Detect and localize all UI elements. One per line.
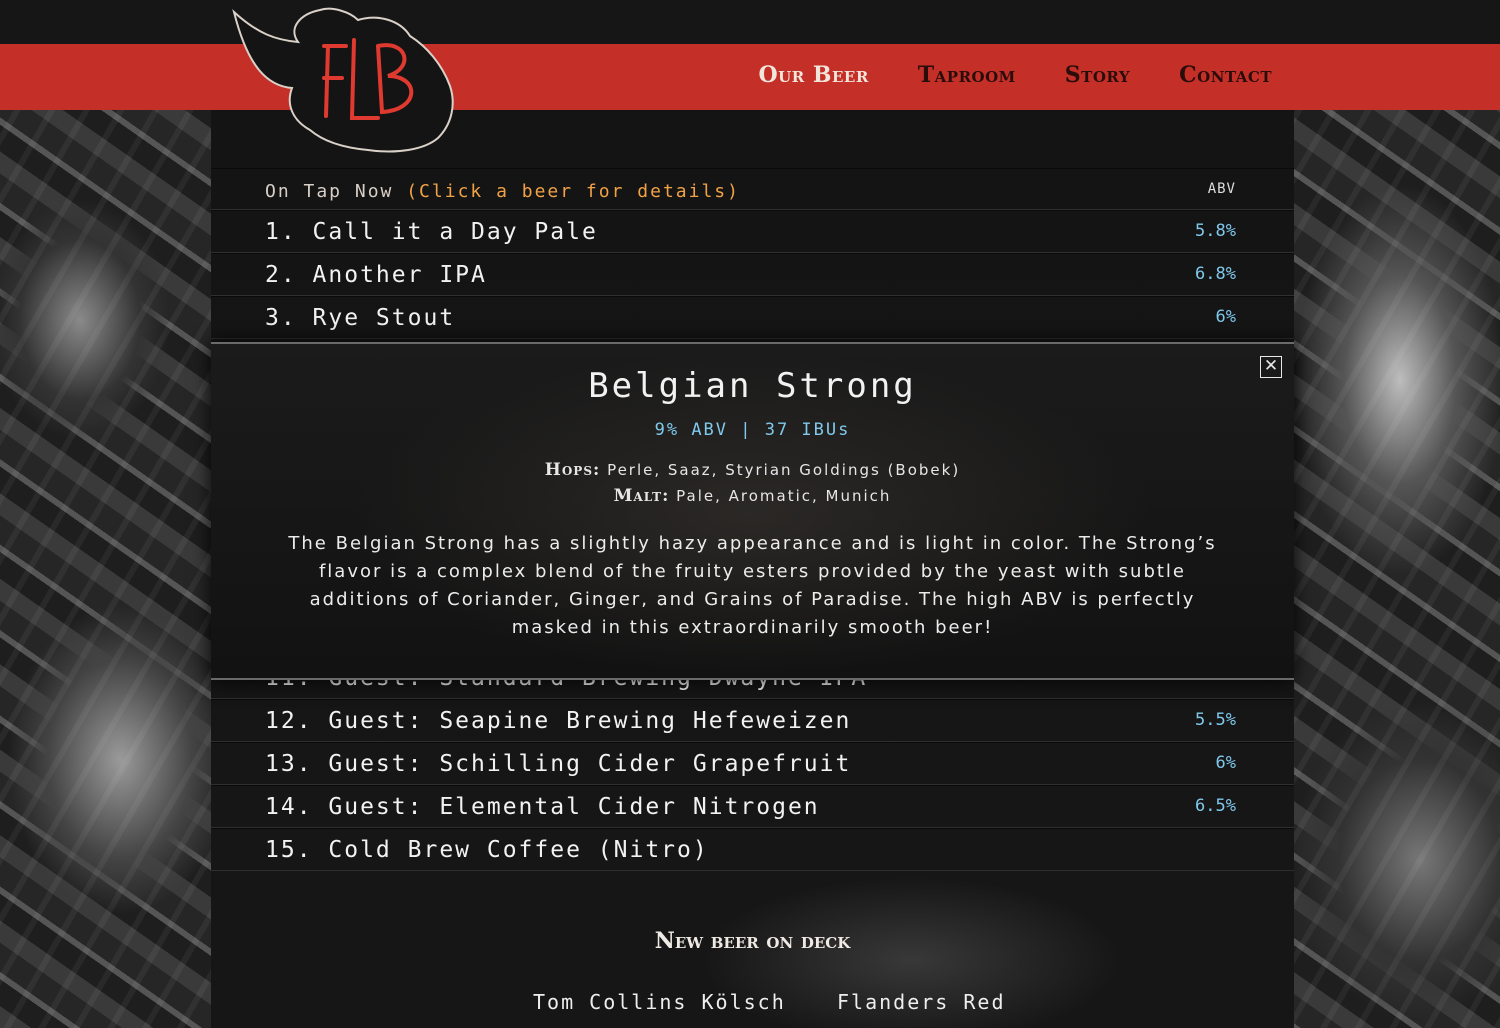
beer-row[interactable]: 3. Rye Stout 6% [211,296,1294,339]
beer-row[interactable]: 2. Another IPA 6.8% [211,253,1294,296]
beer-name: 3. Rye Stout [265,305,456,331]
close-icon[interactable]: ✕ [1260,356,1282,378]
beer-detail-hops: Hops: Perle, Saaz, Styrian Goldings (Bob… [211,460,1294,480]
on-deck-item: Tom Collins Kölsch [533,990,786,1014]
beer-abv: 5.8% [1195,221,1236,241]
beer-abv: 6% [1215,753,1236,773]
beer-detail-title: Belgian Strong [588,366,917,406]
nav-story[interactable]: Story [1065,62,1130,88]
beer-abv: 6.5% [1195,796,1236,816]
beer-row[interactable]: 12. Guest: Seapine Brewing Hefeweizen 5.… [211,699,1294,742]
nav-contact[interactable]: Contact [1179,62,1272,88]
beer-detail-stats: 9% ABV | 37 IBUs [654,420,851,440]
beer-row[interactable]: 14. Guest: Elemental Cider Nitrogen 6.5% [211,785,1294,828]
tap-list-continued: 11. Guest: Standard Brewing Dwayne IPA 1… [211,656,1294,871]
beer-name: 15. Cold Brew Coffee (Nitro) [265,837,709,863]
beer-abv: 6.8% [1195,264,1236,284]
tap-list-hint: (Click a beer for details) [406,181,740,202]
abv-column-header: ABV [1207,181,1236,197]
tap-list-title: On Tap Now (Click a beer for details) [265,181,740,202]
beer-detail-malt: Malt: Pale, Aromatic, Munich [211,486,1294,506]
malt-value: Pale, Aromatic, Munich [676,487,892,505]
beer-name: 13. Guest: Schilling Cider Grapefruit [265,751,852,777]
beer-detail-modal: ✕ Belgian Strong 9% ABV | 37 IBUs Hops: … [211,342,1294,680]
beer-row[interactable]: 13. Guest: Schilling Cider Grapefruit 6% [211,742,1294,785]
top-strip [0,0,1500,44]
malt-label: Malt: [613,486,670,506]
brand-logo[interactable] [228,6,458,154]
beer-detail-description: The Belgian Strong has a slightly hazy a… [288,533,1217,638]
beer-abv: 5.5% [1195,710,1236,730]
main-nav: Our Beer Taproom Story Contact [709,62,1272,88]
on-deck-heading: New beer on deck [654,928,851,954]
beer-row[interactable]: 15. Cold Brew Coffee (Nitro) [211,828,1294,871]
beer-name: 2. Another IPA [265,262,487,288]
beer-abv: 6% [1215,307,1236,327]
nav-taproom[interactable]: Taproom [918,62,1016,88]
hops-label: Hops: [544,460,601,480]
wing-logo-icon [232,7,454,153]
beer-name: 12. Guest: Seapine Brewing Hefeweizen [265,708,852,734]
tap-list-header: On Tap Now (Click a beer for details) AB… [211,168,1294,210]
hops-value: Perle, Saaz, Styrian Goldings (Bobek) [607,461,961,479]
on-deck-item: Flanders Red [837,990,1006,1014]
beer-name: 14. Guest: Elemental Cider Nitrogen [265,794,820,820]
beer-name: 1. Call it a Day Pale [265,219,598,245]
beer-row[interactable]: 1. Call it a Day Pale 5.8% [211,210,1294,253]
tap-list: On Tap Now (Click a beer for details) AB… [211,168,1294,339]
nav-our-beer[interactable]: Our Beer [758,62,868,88]
